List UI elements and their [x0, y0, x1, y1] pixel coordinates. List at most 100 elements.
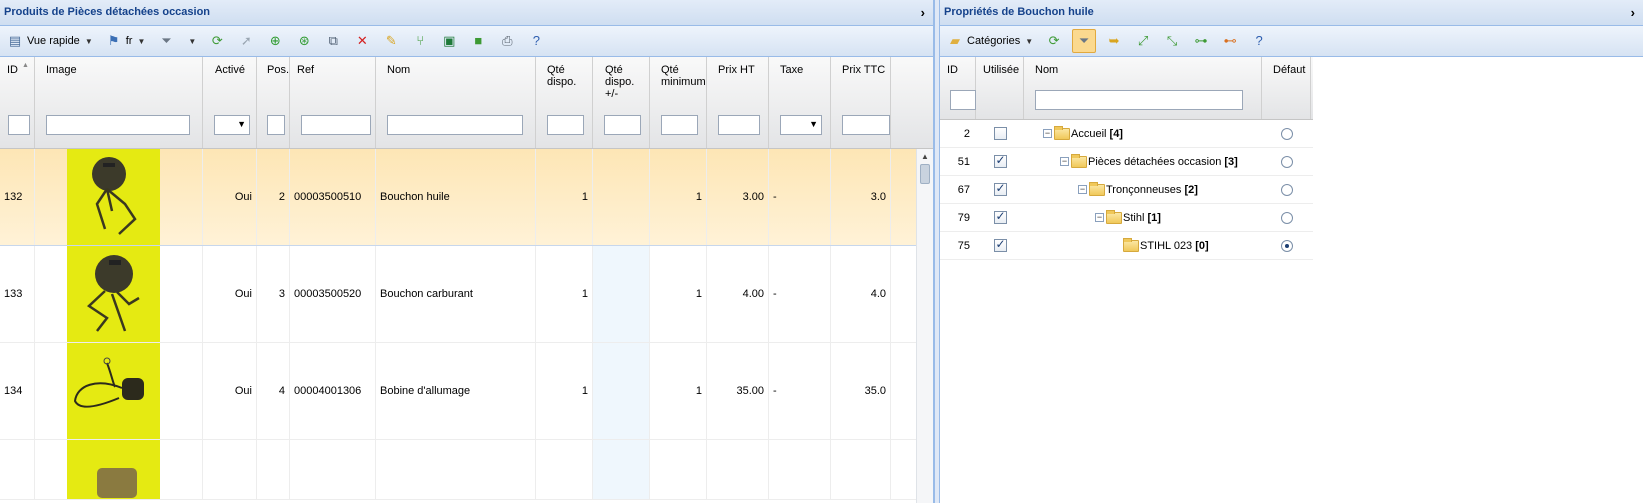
filter-active-select[interactable] — [214, 115, 250, 135]
product-thumbnail[interactable] — [67, 343, 160, 439]
vertical-scrollbar[interactable]: ▲ — [916, 149, 933, 503]
goto-icon: ➥ — [1108, 33, 1120, 48]
delete-button[interactable]: ✕ — [351, 29, 373, 53]
filter-qty-diff[interactable] — [604, 115, 641, 135]
excel-export-button[interactable]: ▣ — [438, 29, 460, 53]
column-ref[interactable]: Ref — [290, 57, 376, 148]
cell-active: Oui — [203, 149, 257, 245]
cell-qty: 1 — [536, 246, 593, 342]
goto-button[interactable]: ➥ — [1103, 29, 1125, 53]
refresh-button[interactable]: ⟳ — [1043, 29, 1065, 53]
column-qty-diff[interactable]: Qté dispo. +/- — [593, 57, 650, 148]
filter-category-name[interactable] — [1035, 90, 1243, 110]
table-row[interactable]: 133 Oui 3 00003500520 Bouchon carburant … — [0, 246, 933, 343]
column-default[interactable]: Défaut — [1262, 57, 1311, 119]
scroll-up-icon[interactable]: ▲ — [917, 149, 933, 165]
category-row[interactable]: 79 − Stihl [1] — [940, 204, 1313, 232]
categories-grid-header: ID Utilisée Nom Défaut — [940, 57, 1313, 120]
collapse-panel-icon[interactable]: › — [1631, 0, 1635, 25]
filter-toggle-button[interactable]: ⏷ — [1072, 29, 1097, 53]
filter-image[interactable] — [46, 115, 190, 135]
filter-qty[interactable] — [547, 115, 584, 135]
language-button[interactable]: ⚑ fr ▼ — [103, 29, 149, 53]
product-thumbnail[interactable] — [67, 440, 160, 499]
add-from-button[interactable]: ⊛ — [293, 29, 315, 53]
collapse-panel-icon[interactable]: › — [921, 0, 925, 25]
used-checkbox[interactable] — [993, 237, 1007, 252]
table-row[interactable]: 134 Oui 4 00004001306 Bobine d'allumage … — [0, 343, 933, 440]
column-qty-min[interactable]: Qté minimum — [650, 57, 707, 148]
category-row[interactable]: 51 − Pièces détachées occasion [3] — [940, 148, 1313, 176]
filter-position[interactable] — [267, 115, 285, 135]
used-checkbox[interactable] — [993, 209, 1007, 224]
merge-button[interactable]: ⑂ — [409, 29, 431, 53]
column-price[interactable]: Prix HT — [707, 57, 769, 148]
quick-view-button[interactable]: ▤ Vue rapide ▼ — [4, 29, 96, 53]
default-radio[interactable] — [1280, 239, 1293, 252]
cell-qty-diff[interactable] — [593, 343, 650, 439]
filter-qty-min[interactable] — [661, 115, 698, 135]
column-name[interactable]: Nom — [376, 57, 536, 148]
category-row[interactable]: 67 − Tronçonneuses [2] — [940, 176, 1313, 204]
category-row[interactable]: 75 STIHL 023 [0] — [940, 232, 1313, 260]
expand-all-button[interactable]: ⤢ — [1132, 29, 1154, 53]
print-button[interactable]: ⎙ — [496, 29, 518, 53]
tree-collapse-icon[interactable]: − — [1078, 185, 1087, 194]
filter-ref[interactable] — [301, 115, 371, 135]
properties-panel-title: Propriétés de Bouchon huile — [944, 6, 1094, 18]
tree-collapse-icon[interactable]: − — [1060, 157, 1069, 166]
column-active[interactable]: Activé — [203, 57, 257, 148]
export-button[interactable]: ■ — [467, 29, 489, 53]
edit-button[interactable]: ✎ — [380, 29, 402, 53]
column-position[interactable]: Pos. — [257, 57, 290, 148]
category-row[interactable]: 2 − Accueil [4] — [940, 120, 1313, 148]
cell-qty: 1 — [536, 343, 593, 439]
filter-name[interactable] — [387, 115, 523, 135]
used-checkbox[interactable] — [993, 127, 1007, 140]
used-checkbox[interactable] — [993, 181, 1007, 196]
column-id[interactable]: ID ▲ — [0, 57, 35, 148]
cell-qty-diff[interactable] — [593, 246, 650, 342]
filter-menu-button[interactable]: ⏷ ▼ — [155, 29, 199, 53]
check-selection-button[interactable]: ⊶ — [1190, 29, 1212, 53]
column-used[interactable]: Utilisée — [976, 57, 1024, 119]
table-row[interactable] — [0, 440, 933, 500]
column-category-id[interactable]: ID — [940, 57, 976, 119]
categories-button[interactable]: ▰ Catégories ▼ — [944, 29, 1036, 53]
filter-tax-select[interactable] — [780, 115, 822, 135]
filter-price[interactable] — [718, 115, 760, 135]
product-thumbnail[interactable] — [67, 149, 160, 245]
default-radio[interactable] — [1280, 183, 1293, 196]
table-row[interactable]: 132 Oui 2 00003500510 Bouchon huile 1 1 … — [0, 149, 933, 246]
tree-collapse-icon[interactable]: − — [1095, 213, 1104, 222]
add-button[interactable]: ⊕ — [264, 29, 286, 53]
cell-image — [35, 246, 203, 342]
category-id: 2 — [963, 127, 970, 140]
filter-price-ttc[interactable] — [842, 115, 890, 135]
tree-collapse-icon[interactable]: − — [1043, 129, 1052, 138]
scrollbar-thumb[interactable] — [920, 164, 930, 184]
column-image[interactable]: Image — [35, 57, 203, 148]
column-tax[interactable]: Taxe — [769, 57, 831, 148]
default-radio[interactable] — [1280, 127, 1293, 140]
filter-id[interactable] — [8, 115, 30, 135]
help-button[interactable]: ? — [1248, 29, 1270, 53]
select-button[interactable]: ➚ — [235, 29, 257, 53]
help-button[interactable]: ? — [525, 29, 547, 53]
column-price-ttc[interactable]: Prix TTC — [831, 57, 891, 148]
collapse-all-button[interactable]: ⤡ — [1161, 29, 1183, 53]
uncheck-selection-button[interactable]: ⊷ — [1219, 29, 1241, 53]
default-radio[interactable] — [1280, 155, 1293, 168]
product-thumbnail[interactable] — [67, 246, 160, 342]
column-category-name[interactable]: Nom — [1024, 57, 1262, 119]
filter-category-id[interactable] — [950, 90, 976, 110]
used-checkbox[interactable] — [993, 153, 1007, 168]
refresh-button[interactable]: ⟳ — [206, 29, 228, 53]
duplicate-button[interactable]: ⧉ — [322, 29, 344, 53]
default-radio[interactable] — [1280, 211, 1293, 224]
column-qty[interactable]: Qté dispo. — [536, 57, 593, 148]
cell-ref: 00003500510 — [290, 149, 376, 245]
cell-qty-diff[interactable] — [593, 149, 650, 245]
category-name: Stihl [1] — [1123, 211, 1161, 224]
categories-label: Catégories — [967, 35, 1021, 47]
